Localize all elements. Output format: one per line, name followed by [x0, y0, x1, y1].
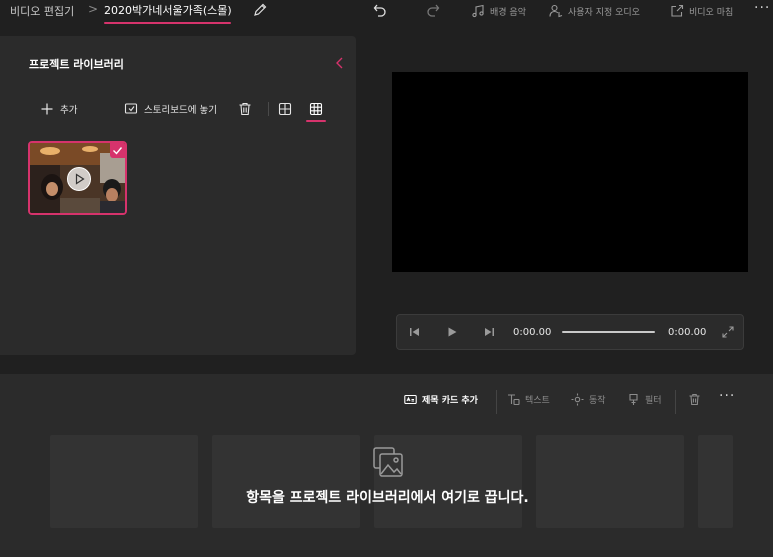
trash-icon	[239, 102, 251, 116]
grid-small-icon	[309, 102, 323, 116]
add-label: 추가	[60, 105, 78, 116]
more-options-icon[interactable]: ···	[754, 0, 770, 16]
text-icon	[508, 393, 520, 405]
storyboard-slot	[536, 435, 684, 528]
small-grid-view-button[interactable]	[309, 100, 323, 118]
add-button[interactable]: 추가	[40, 100, 77, 118]
breadcrumb-separator: >	[88, 2, 99, 16]
background-music-label: 배경 음악	[490, 7, 526, 18]
redo-icon[interactable]	[425, 2, 441, 18]
finish-video-label: 비디오 마침	[689, 7, 734, 18]
grid-large-icon	[278, 102, 292, 116]
title-card-icon	[404, 394, 417, 404]
plus-icon	[41, 103, 53, 115]
storyboard-place-icon	[124, 103, 138, 114]
text-label: 텍스트	[525, 395, 550, 406]
fullscreen-expand-icon[interactable]	[721, 325, 735, 339]
storyboard-drop-message: 항목을 프로젝트 라이브러리에서 여기로 끕니다.	[246, 490, 529, 506]
current-time: 0:00.00	[513, 327, 552, 338]
total-time: 0:00.00	[668, 327, 707, 338]
delete-button[interactable]	[238, 100, 252, 118]
motion-icon	[571, 393, 584, 405]
toolbar-divider	[675, 390, 676, 414]
play-button-icon[interactable]	[445, 325, 459, 339]
play-icon	[67, 167, 91, 191]
breadcrumb-home[interactable]: 비디오 편집기	[10, 3, 74, 19]
pencil-icon[interactable]	[252, 2, 268, 18]
music-note-icon	[472, 4, 484, 18]
undo-icon[interactable]	[372, 2, 388, 18]
seek-bar[interactable]	[562, 331, 655, 333]
project-library-panel: 프로젝트 라이브러리 추가 스토리보드에 놓기	[0, 36, 356, 355]
library-video-thumbnail[interactable]	[28, 141, 127, 215]
background-music-button[interactable]: 배경 음악	[471, 2, 526, 20]
motion-label: 동작	[589, 395, 606, 406]
storyboard-slot	[212, 435, 360, 528]
next-frame-icon[interactable]	[482, 325, 496, 339]
custom-audio-button[interactable]: 사용자 지정 오디오	[549, 2, 640, 20]
collapse-chevron-icon[interactable]	[334, 56, 346, 70]
storyboard-more-icon[interactable]: ···	[719, 388, 735, 404]
previous-frame-icon[interactable]	[408, 325, 422, 339]
filters-label: 필터	[645, 395, 662, 406]
text-button[interactable]: 텍스트	[507, 391, 550, 407]
selected-checkmark-icon	[110, 143, 125, 158]
export-icon	[671, 4, 684, 17]
filters-button[interactable]: 필터	[627, 391, 662, 407]
active-view-indicator	[306, 120, 326, 122]
add-title-card-button[interactable]: 제목 카드 추가	[404, 391, 478, 407]
place-in-storyboard-button[interactable]: 스토리보드에 놓기	[124, 100, 217, 118]
finish-video-button[interactable]: 비디오 마침	[670, 2, 733, 20]
place-in-storyboard-label: 스토리보드에 놓기	[144, 105, 217, 116]
library-title: 프로젝트 라이브러리	[29, 58, 124, 71]
toolbar-divider	[268, 102, 269, 116]
storyboard-delete-button[interactable]	[688, 391, 701, 407]
storyboard-slot	[698, 435, 733, 528]
playback-controls: 0:00.00 0:00.00	[396, 314, 744, 350]
project-title[interactable]: 2020박가네서울가족(스몰)	[104, 2, 232, 18]
add-media-icon	[373, 447, 403, 477]
project-title-underline	[104, 22, 231, 24]
large-grid-view-button[interactable]	[278, 100, 292, 118]
trash-icon	[689, 393, 700, 405]
add-title-card-label: 제목 카드 추가	[422, 395, 478, 406]
motion-button[interactable]: 동작	[571, 391, 606, 407]
filter-icon	[629, 393, 638, 405]
person-audio-icon	[549, 4, 563, 18]
toolbar-divider	[496, 390, 497, 414]
top-bar: 비디오 편집기 > 2020박가네서울가족(스몰) 배경 음악 사용자 지정 오…	[0, 0, 773, 24]
custom-audio-label: 사용자 지정 오디오	[568, 7, 640, 18]
video-preview	[392, 72, 748, 272]
storyboard-slot	[50, 435, 198, 528]
